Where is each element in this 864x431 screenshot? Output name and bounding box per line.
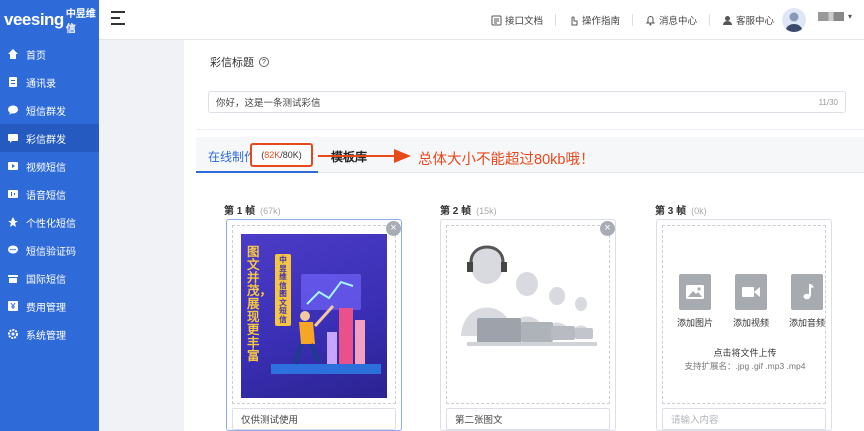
arrow-right-icon xyxy=(318,149,411,163)
header-link-label: 客服中心 xyxy=(735,16,774,27)
sidebar-item-8[interactable]: 国际短信 xyxy=(0,264,99,292)
video-camera-icon[interactable] xyxy=(735,274,767,310)
poster-illustration xyxy=(271,274,381,374)
divider xyxy=(196,129,864,130)
top-header: 接口文档 操作指南 消息中心 客服中心 ▾ xyxy=(99,0,864,40)
user-name-blurred xyxy=(817,12,844,21)
mms-title-input[interactable]: 你好，这是一条测试彩信 11/30 xyxy=(208,91,846,113)
sidebar-item-label: 费用管理 xyxy=(26,302,66,314)
video-icon xyxy=(8,161,18,171)
header-divider xyxy=(631,14,633,26)
sidebar-item-label: 国际短信 xyxy=(26,274,66,286)
brand-logo[interactable]: veesing 中昱维信 xyxy=(0,0,99,40)
sidebar-item-7[interactable]: 短信验证码 xyxy=(0,236,99,264)
sidebar-item-3[interactable]: 彩信群发 xyxy=(0,124,99,152)
mms-icon xyxy=(8,133,18,143)
size-limit: 80K xyxy=(282,150,299,160)
personalize-icon xyxy=(8,217,18,227)
frame-3-upload-area[interactable]: 添加图片 添加视频 添加音频 点击将文件上传 支持扩展名：.jpg .gif .… xyxy=(662,225,826,404)
header-link-2[interactable]: 消息中心 xyxy=(645,13,697,27)
brand-name: veesing xyxy=(4,10,64,29)
header-divider xyxy=(708,14,710,26)
header-link-label: 消息中心 xyxy=(658,16,697,27)
sidebar-item-label: 短信群发 xyxy=(26,106,66,118)
size-warning-annotation: 总体大小不能超过80kb哦！ xyxy=(418,152,595,168)
frame-2-heading: 第 2 帧 (15k) xyxy=(440,206,497,217)
upload-extensions-hint: 支持扩展名：.jpg .gif .mp3 .mp4 xyxy=(684,361,806,371)
user-menu[interactable]: ▾ xyxy=(817,12,852,21)
upload-instruction[interactable]: 点击将文件上传 xyxy=(663,346,827,359)
header-link-3[interactable]: 客服中心 xyxy=(722,13,774,27)
frame-1-card[interactable]: 图文并茂，展现更丰富 中昱维信图文短信 × 仅供测试使用 xyxy=(226,219,402,431)
frame-2-delete-button[interactable]: × xyxy=(600,221,615,236)
menu-toggle-icon[interactable] xyxy=(111,11,125,27)
sidebar-item-2[interactable]: 短信群发 xyxy=(0,96,99,124)
sidebar-item-label: 通讯录 xyxy=(26,78,56,90)
voice-icon xyxy=(8,189,18,199)
frame-1-media[interactable]: 图文并茂，展现更丰富 中昱维信图文短信 × xyxy=(232,221,401,404)
frame-1-delete-button[interactable]: × xyxy=(386,221,401,236)
doc-icon xyxy=(491,15,502,25)
sidebar-item-label: 首页 xyxy=(26,50,46,62)
chat-icon xyxy=(8,105,18,115)
international-icon xyxy=(8,273,18,283)
sidebar-item-label: 语音短信 xyxy=(26,190,66,202)
sidebar-item-10[interactable]: 系统管理 xyxy=(0,320,99,348)
header-link-0[interactable]: 接口文档 xyxy=(491,13,543,27)
contacts-icon xyxy=(8,77,18,87)
frame-1-caption[interactable]: 仅供测试使用 xyxy=(232,408,396,430)
home-icon xyxy=(8,49,18,59)
tab-online-editor[interactable]: 在线制作 xyxy=(208,148,256,165)
frame-1-heading: 第 1 帧 (67k) xyxy=(224,206,281,217)
brand-sub: 中昱维信 xyxy=(65,9,96,35)
add-audio-label[interactable]: 添加音频 xyxy=(777,316,837,329)
mms-title-value: 你好，这是一条测试彩信 xyxy=(216,98,321,109)
header-divider xyxy=(554,14,556,26)
mms-title-row: 彩信标题 ? xyxy=(210,54,269,70)
settings-icon xyxy=(8,329,18,339)
sidebar-item-5[interactable]: 语音短信 xyxy=(0,180,99,208)
frame-2-caption[interactable]: 第二张图文 xyxy=(446,408,610,430)
active-tab-indicator xyxy=(196,171,318,173)
sidebar-item-9[interactable]: 费用管理 xyxy=(0,292,99,320)
frame-3-caption-input[interactable]: 请输入内容 xyxy=(662,408,826,430)
music-icon[interactable] xyxy=(791,274,823,310)
add-video-label[interactable]: 添加视频 xyxy=(721,316,781,329)
current-size: 82K xyxy=(264,150,281,160)
verify-icon xyxy=(8,245,18,255)
header-link-1[interactable]: 操作指南 xyxy=(568,13,620,27)
chevron-down-icon: ▾ xyxy=(847,12,852,21)
total-size-indicator: (82K/80K) xyxy=(250,143,313,167)
header-link-label: 接口文档 xyxy=(504,16,543,27)
help-icon[interactable]: ? xyxy=(259,57,269,67)
sidebar: veesing 中昱维信 首页通讯录短信群发彩信群发视频短信语音短信个性化短信短… xyxy=(0,0,99,431)
frame-3-card[interactable]: 添加图片 添加视频 添加音频 点击将文件上传 支持扩展名：.jpg .gif .… xyxy=(656,219,832,431)
mms-title-label: 彩信标题 xyxy=(210,57,254,69)
sidebar-item-6[interactable]: 个性化短信 xyxy=(0,208,99,236)
sidebar-item-label: 视频短信 xyxy=(26,162,66,174)
hand-pointer-icon xyxy=(571,16,578,25)
sidebar-item-label: 短信验证码 xyxy=(26,246,76,258)
user-avatar[interactable] xyxy=(782,8,806,32)
sidebar-item-label: 彩信群发 xyxy=(26,134,66,146)
frame-1-poster-image: 图文并茂，展现更丰富 中昱维信图文短信 xyxy=(241,234,387,398)
image-icon[interactable] xyxy=(679,274,711,310)
bell-icon xyxy=(645,15,656,25)
char-counter: 11/30 xyxy=(818,97,838,107)
header-link-label: 操作指南 xyxy=(581,16,620,27)
frame-2-card[interactable]: × 第二张图文 xyxy=(440,219,616,431)
service-icon xyxy=(722,15,732,25)
sidebar-item-label: 系统管理 xyxy=(26,330,66,342)
sidebar-item-0[interactable]: 首页 xyxy=(0,40,99,68)
frame-2-media[interactable]: × xyxy=(446,221,615,404)
sidebar-item-1[interactable]: 通讯录 xyxy=(0,68,99,96)
add-image-label[interactable]: 添加图片 xyxy=(665,316,725,329)
billing-icon xyxy=(8,301,18,311)
frame-3-heading: 第 3 帧 (0k) xyxy=(655,206,707,217)
sidebar-item-label: 个性化短信 xyxy=(26,218,76,230)
sidebar-item-4[interactable]: 视频短信 xyxy=(0,152,99,180)
frame-2-support-team-image xyxy=(461,245,597,346)
